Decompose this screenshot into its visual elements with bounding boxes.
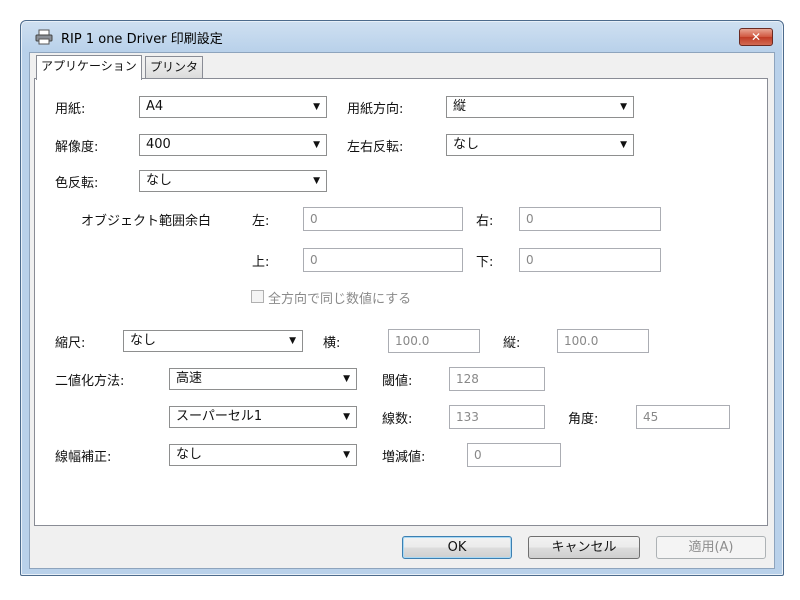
resolution-label: 解像度: — [55, 140, 99, 155]
delta-input[interactable]: 0 — [467, 443, 561, 467]
mirror-value: なし — [453, 137, 480, 152]
margin-top-input[interactable]: 0 — [303, 248, 463, 272]
invert-label: 色反転: — [55, 176, 99, 191]
threshold-input[interactable]: 128 — [449, 367, 545, 391]
screen-select[interactable]: スーパーセル1 ▼ — [169, 406, 357, 428]
cancel-button[interactable]: キャンセル — [528, 536, 640, 559]
tab-application[interactable]: アプリケーション — [36, 55, 142, 80]
orientation-label: 用紙方向: — [347, 102, 404, 117]
scale-vertical-input[interactable]: 100.0 — [557, 329, 649, 353]
binarize-label: 二値化方法: — [55, 374, 125, 389]
lines-label: 線数: — [382, 412, 413, 427]
screen-value: スーパーセル1 — [176, 409, 263, 424]
angle-input[interactable]: 45 — [636, 405, 730, 429]
angle-label: 角度: — [568, 412, 599, 427]
scale-horizontal-input[interactable]: 100.0 — [388, 329, 480, 353]
lines-input[interactable]: 133 — [449, 405, 545, 429]
title-bar: RIP 1 one Driver 印刷設定 ✕ — [21, 21, 783, 51]
chevron-down-icon: ▼ — [313, 176, 320, 186]
resolution-value: 400 — [146, 137, 171, 152]
margin-top-label: 上: — [252, 255, 270, 270]
margin-bottom-input[interactable]: 0 — [519, 248, 661, 272]
chevron-down-icon: ▼ — [620, 140, 627, 150]
same-all-directions-checkbox[interactable] — [251, 290, 264, 303]
printer-icon — [35, 29, 53, 45]
paper-label: 用紙: — [55, 102, 86, 117]
chevron-down-icon: ▼ — [313, 140, 320, 150]
linewidth-select[interactable]: なし ▼ — [169, 444, 357, 466]
chevron-down-icon: ▼ — [620, 102, 627, 112]
tab-panel: 用紙: A4 ▼ 用紙方向: 縦 ▼ 解像度: 400 ▼ 左右反転: なし ▼ — [34, 78, 768, 526]
window-title: RIP 1 one Driver 印刷設定 — [61, 32, 223, 47]
scale-select[interactable]: なし ▼ — [123, 330, 303, 352]
binarize-method-value: 高速 — [176, 371, 203, 386]
margin-left-label: 左: — [252, 214, 270, 229]
margin-right-label: 右: — [476, 214, 494, 229]
scale-horizontal-label: 横: — [323, 336, 341, 351]
dialog-body: アプリケーション プリンタ 用紙: A4 ▼ 用紙方向: 縦 ▼ 解像度: 40… — [29, 52, 775, 569]
linewidth-value: なし — [176, 447, 203, 462]
chevron-down-icon: ▼ — [343, 450, 350, 460]
orientation-select[interactable]: 縦 ▼ — [446, 96, 634, 118]
margin-bottom-label: 下: — [476, 255, 494, 270]
invert-select[interactable]: なし ▼ — [139, 170, 327, 192]
invert-value: なし — [146, 173, 173, 188]
resolution-select[interactable]: 400 ▼ — [139, 134, 327, 156]
binarize-method-select[interactable]: 高速 ▼ — [169, 368, 357, 390]
tab-printer[interactable]: プリンタ — [145, 56, 204, 79]
scale-value: なし — [130, 333, 157, 348]
ok-button[interactable]: OK — [402, 536, 512, 559]
linewidth-label: 線幅補正: — [55, 450, 112, 465]
margin-left-input[interactable]: 0 — [303, 207, 463, 231]
mirror-label: 左右反転: — [347, 140, 404, 155]
orientation-value: 縦 — [453, 99, 467, 114]
same-all-directions-label: 全方向で同じ数値にする — [268, 292, 412, 307]
scale-label: 縮尺: — [55, 336, 86, 351]
paper-value: A4 — [146, 99, 164, 114]
threshold-label: 閾値: — [382, 374, 413, 389]
chevron-down-icon: ▼ — [343, 374, 350, 384]
object-margin-title: オブジェクト範囲余白 — [81, 214, 212, 229]
paper-select[interactable]: A4 ▼ — [139, 96, 327, 118]
margin-right-input[interactable]: 0 — [519, 207, 661, 231]
chevron-down-icon: ▼ — [289, 336, 296, 346]
close-button[interactable]: ✕ — [739, 28, 773, 46]
mirror-select[interactable]: なし ▼ — [446, 134, 634, 156]
chevron-down-icon: ▼ — [343, 412, 350, 422]
print-settings-dialog: RIP 1 one Driver 印刷設定 ✕ アプリケーション プリンタ 用紙… — [20, 20, 784, 576]
apply-button[interactable]: 適用(A) — [656, 536, 766, 559]
chevron-down-icon: ▼ — [313, 102, 320, 112]
scale-vertical-label: 縦: — [503, 336, 521, 351]
delta-label: 増減値: — [382, 450, 426, 465]
